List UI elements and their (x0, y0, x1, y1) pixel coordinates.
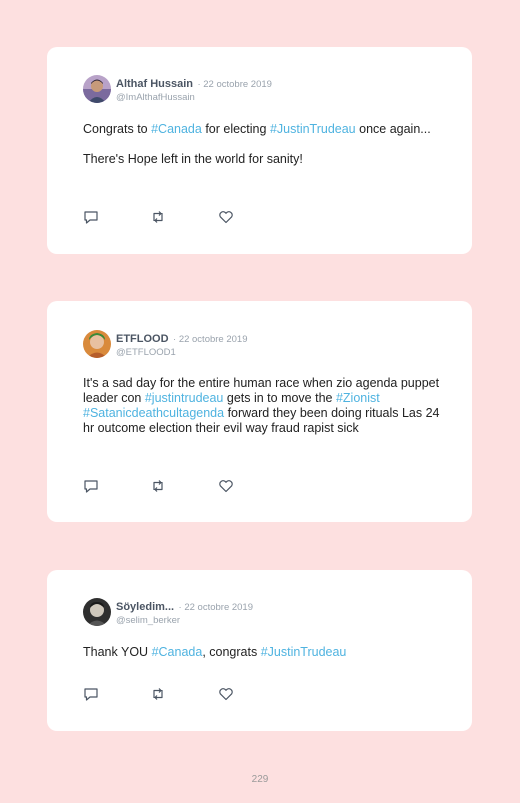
retweet-icon[interactable] (150, 479, 166, 493)
like-icon[interactable] (218, 210, 234, 224)
tweet-text: Congrats to #Canada for electing #Justin… (83, 122, 442, 167)
tweet-text-segment: Congrats to (83, 122, 152, 136)
retweet-icon[interactable] (150, 210, 166, 224)
tweet-paragraph: It's a sad day for the entire human race… (83, 376, 442, 436)
tweet-text-segment: Thank YOU (83, 645, 152, 659)
person-avatar-icon (83, 330, 111, 358)
person-avatar-icon (83, 75, 111, 103)
hashtag-link[interactable]: #Satanicdeathcultagenda (83, 406, 224, 420)
author-name[interactable]: ETFLOOD (116, 333, 169, 345)
like-icon[interactable] (218, 479, 234, 493)
tweet-text-segment: , congrats (202, 645, 261, 659)
hashtag-link[interactable]: #Canada (151, 122, 202, 136)
tweet-card: ETFLOOD · 22 octobre 2019 @ETFLOOD1 It's… (47, 301, 472, 522)
tweet-date: · 22 octobre 2019 (197, 79, 272, 90)
avatar[interactable] (83, 75, 111, 103)
tweet-paragraph: Thank YOU #Canada, congrats #JustinTrude… (83, 645, 442, 660)
tweet-header: ETFLOOD · 22 octobre 2019 @ETFLOOD1 (116, 332, 248, 359)
tweet-card: Söyledim... · 22 octobre 2019 @selim_ber… (47, 570, 472, 731)
tweet-card: Althaf Hussain · 22 octobre 2019 @ImAlth… (47, 47, 472, 254)
tweet-text-segment: There's Hope left in the world for sanit… (83, 152, 303, 166)
tweet-paragraph: There's Hope left in the world for sanit… (83, 152, 442, 167)
retweet-icon[interactable] (150, 687, 166, 701)
avatar[interactable] (83, 598, 111, 626)
reply-icon[interactable] (83, 210, 99, 224)
hashtag-link[interactable]: #Zionist (336, 391, 380, 405)
tweet-text: Thank YOU #Canada, congrats #JustinTrude… (83, 645, 442, 660)
tweet-text-segment: for electing (201, 122, 270, 136)
hashtag-link[interactable]: #JustinTrudeau (270, 122, 356, 136)
hashtag-link[interactable]: #justintrudeau (145, 391, 224, 405)
reply-icon[interactable] (83, 687, 99, 701)
author-name[interactable]: Althaf Hussain (116, 78, 193, 90)
page-number: 229 (251, 774, 269, 785)
tweet-paragraph: Congrats to #Canada for electing #Justin… (83, 122, 442, 137)
hashtag-link[interactable]: #Canada (152, 645, 203, 659)
tweet-text-segment: once again... (355, 122, 431, 136)
tweet-text-segment: gets in to move the (223, 391, 336, 405)
tweet-date: · 22 octobre 2019 (178, 602, 254, 613)
tweet-text: It's a sad day for the entire human race… (83, 376, 442, 436)
reply-icon[interactable] (83, 479, 99, 493)
hashtag-link[interactable]: #JustinTrudeau (261, 645, 347, 659)
author-handle[interactable]: @ETFLOOD1 (116, 347, 248, 359)
author-handle[interactable]: @ImAlthafHussain (116, 92, 272, 104)
avatar[interactable] (83, 330, 111, 358)
author-handle[interactable]: @selim_berker (116, 615, 253, 627)
author-name[interactable]: Söyledim... (116, 601, 174, 613)
tweet-header: Althaf Hussain · 22 octobre 2019 @ImAlth… (116, 77, 272, 104)
tweet-date: · 22 octobre 2019 (173, 334, 248, 345)
like-icon[interactable] (218, 687, 234, 701)
tweet-header: Söyledim... · 22 octobre 2019 @selim_ber… (116, 600, 253, 627)
person-avatar-icon (83, 598, 111, 626)
